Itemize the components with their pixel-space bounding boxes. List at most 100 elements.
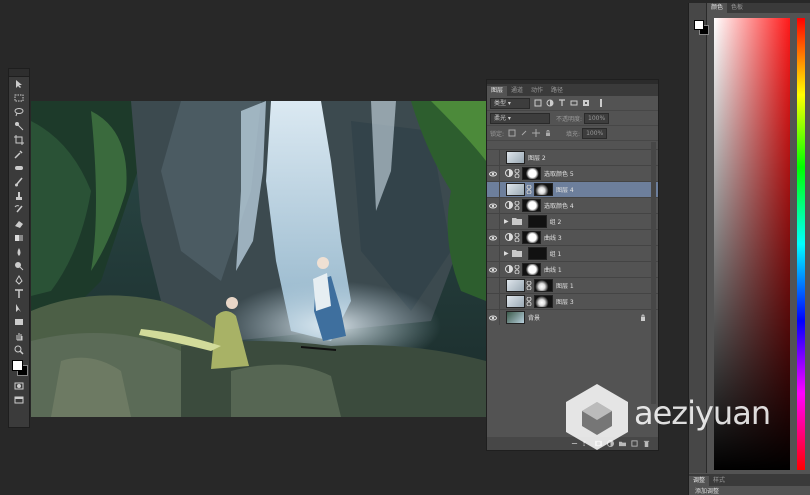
lock-position-icon[interactable]	[531, 129, 540, 138]
fg-swatch-small[interactable]	[694, 20, 704, 30]
layer-thumbnail[interactable]	[506, 151, 525, 164]
move-tool-icon[interactable]	[9, 77, 29, 91]
clone-stamp-tool-icon[interactable]	[9, 189, 29, 203]
quick-mask-icon[interactable]	[9, 379, 29, 393]
rectangle-tool-icon[interactable]	[9, 315, 29, 329]
layer-mask-thumbnail[interactable]	[534, 183, 553, 196]
layer-mask-thumbnail[interactable]	[522, 167, 541, 180]
gradient-tool-icon[interactable]	[9, 231, 29, 245]
layer-mask-thumbnail[interactable]	[522, 231, 541, 244]
visibility-off-icon[interactable]	[487, 150, 500, 165]
layer-mask-thumbnail[interactable]	[527, 215, 547, 228]
visibility-eye-icon[interactable]	[487, 230, 500, 245]
dodge-tool-icon[interactable]	[9, 259, 29, 273]
tab-paths[interactable]: 路径	[547, 86, 567, 96]
visibility-eye-icon[interactable]	[487, 198, 500, 213]
tab-adjustments[interactable]: 调整	[689, 476, 710, 486]
color-swatches[interactable]	[9, 357, 29, 379]
crop-tool-icon[interactable]	[9, 133, 29, 147]
layer-mask-thumbnail[interactable]	[527, 247, 547, 260]
layer-row[interactable]: ▶ 组 2	[487, 213, 658, 229]
tab-swatches[interactable]: 色板	[727, 3, 747, 13]
layer-row[interactable]: 图层 2	[487, 149, 658, 165]
zoom-tool-icon[interactable]	[9, 343, 29, 357]
visibility-off-icon[interactable]	[487, 294, 500, 309]
opacity-input[interactable]: 100%	[584, 112, 610, 124]
type-tool-icon[interactable]	[9, 287, 29, 301]
visibility-eye-icon[interactable]	[487, 262, 500, 277]
fill-input[interactable]: 100%	[582, 127, 608, 139]
tab-styles[interactable]: 样式	[709, 476, 729, 486]
layer-row[interactable]: 背景	[487, 309, 658, 325]
layer-list-scrollbar[interactable]	[651, 142, 656, 404]
brush-tool-icon[interactable]	[9, 175, 29, 189]
visibility-off-icon[interactable]	[487, 182, 500, 197]
visibility-off-icon[interactable]	[487, 246, 500, 261]
filter-type-icon[interactable]	[557, 99, 566, 108]
layer-row[interactable]: 图层 4	[487, 181, 658, 197]
layer-name: 曲线 1	[544, 267, 562, 274]
tab-channels[interactable]: 通道	[507, 86, 527, 96]
layer-row[interactable]: 曲线 3	[487, 229, 658, 245]
layer-row[interactable]: 曲线 1	[487, 261, 658, 277]
layer-name: 选取颜色 4	[544, 203, 574, 210]
lasso-tool-icon[interactable]	[9, 105, 29, 119]
healing-tool-icon[interactable]	[9, 161, 29, 175]
blur-tool-icon[interactable]	[9, 245, 29, 259]
tools-panel-grip[interactable]	[9, 69, 29, 77]
layer-thumbnail[interactable]	[506, 183, 525, 196]
filter-smart-object-icon[interactable]	[581, 99, 590, 108]
layer-row[interactable]: 图层 1	[487, 277, 658, 293]
layer-row[interactable]: 选取颜色 5	[487, 165, 658, 181]
tab-actions[interactable]: 动作	[527, 86, 547, 96]
path-select-tool-icon[interactable]	[9, 301, 29, 315]
filter-adjustment-icon[interactable]	[545, 99, 554, 108]
filter-toggle-icon[interactable]	[596, 99, 605, 108]
screen-mode-icon[interactable]	[9, 393, 29, 407]
mask-link-icon[interactable]	[526, 185, 532, 194]
visibility-off-icon[interactable]	[487, 214, 500, 229]
fg-bg-swatch-small[interactable]	[694, 20, 709, 35]
mask-link-icon[interactable]	[514, 201, 520, 210]
layer-mask-thumbnail[interactable]	[522, 199, 541, 212]
pen-tool-icon[interactable]	[9, 273, 29, 287]
layer-row[interactable]: 图层 3	[487, 293, 658, 309]
foreground-color-swatch[interactable]	[12, 360, 23, 371]
group-expand-icon[interactable]: ▶	[504, 218, 509, 225]
lock-all-icon[interactable]	[543, 129, 552, 138]
lock-transparent-icon[interactable]	[507, 129, 516, 138]
visibility-eye-icon[interactable]	[487, 310, 500, 325]
mask-link-icon[interactable]	[526, 297, 532, 306]
mask-link-icon[interactable]	[514, 265, 520, 274]
layer-mask-thumbnail[interactable]	[534, 295, 553, 308]
lock-pixels-icon[interactable]	[519, 129, 528, 138]
layer-thumbnail[interactable]	[506, 279, 525, 292]
layer-thumbnail[interactable]	[506, 311, 525, 324]
mask-link-icon[interactable]	[526, 281, 532, 290]
group-expand-icon[interactable]: ▶	[504, 250, 509, 257]
quick-select-tool-icon[interactable]	[9, 119, 29, 133]
tab-color[interactable]: 颜色	[707, 3, 728, 13]
tab-layers[interactable]: 图层	[487, 86, 508, 96]
document-canvas[interactable]	[31, 101, 486, 417]
layer-row[interactable]: ▶ 组 1	[487, 245, 658, 261]
layer-row[interactable]: 选取颜色 4	[487, 197, 658, 213]
history-brush-tool-icon[interactable]	[9, 203, 29, 217]
mask-link-icon[interactable]	[514, 233, 520, 242]
mask-link-icon[interactable]	[514, 169, 520, 178]
layer-name: 选取颜色 5	[544, 171, 574, 178]
filter-pixel-icon[interactable]	[533, 99, 542, 108]
eraser-tool-icon[interactable]	[9, 217, 29, 231]
hand-tool-icon[interactable]	[9, 329, 29, 343]
layer-name: 曲线 3	[544, 235, 562, 242]
visibility-off-icon[interactable]	[487, 278, 500, 293]
marquee-tool-icon[interactable]	[9, 91, 29, 105]
filter-shape-icon[interactable]	[569, 99, 578, 108]
layer-mask-thumbnail[interactable]	[534, 279, 553, 292]
layer-filter-kind-select[interactable]: 类型 ▾	[490, 97, 530, 109]
layer-mask-thumbnail[interactable]	[522, 263, 541, 276]
layer-thumbnail[interactable]	[506, 295, 525, 308]
eyedropper-tool-icon[interactable]	[9, 147, 29, 161]
visibility-eye-icon[interactable]	[487, 166, 500, 181]
blend-mode-select[interactable]: 柔光 ▾	[490, 112, 550, 124]
